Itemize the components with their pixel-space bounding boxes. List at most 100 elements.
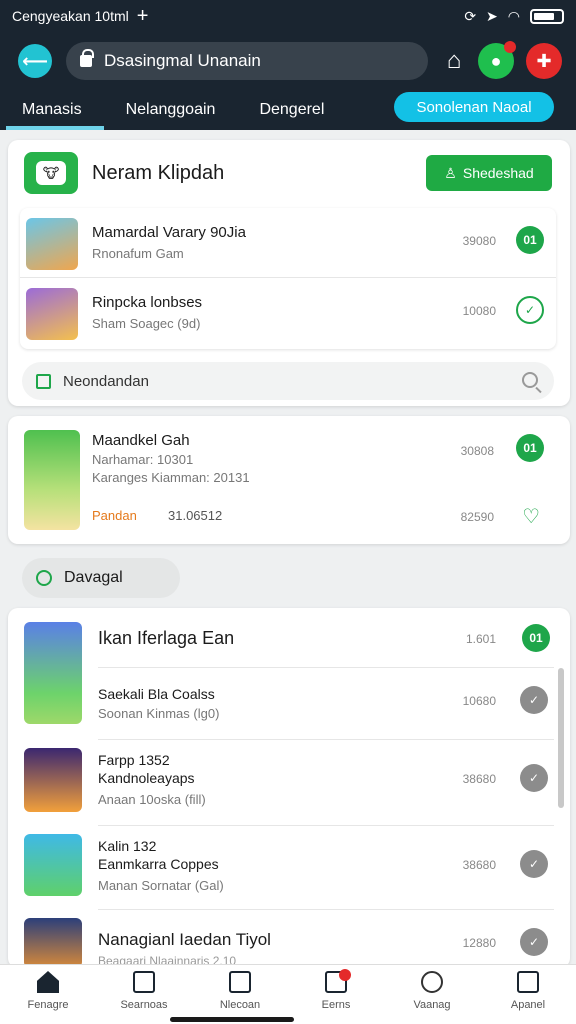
item-number: 38680 — [462, 858, 496, 872]
status-badge[interactable]: 01 — [522, 624, 550, 652]
gift-icon[interactable]: ✚ — [526, 43, 562, 79]
home-outline-icon[interactable]: ⌂ — [436, 43, 472, 79]
status-title: Cengyeakan 10tml — [12, 8, 129, 24]
game-thumbnail — [26, 218, 78, 270]
chevron-down-icon[interactable]: ✓ — [520, 928, 548, 956]
featured-line2: Narhamar: 10301 — [92, 452, 194, 467]
notification-dot — [339, 969, 351, 981]
nav-label: Eerns — [321, 999, 351, 1011]
list-item[interactable]: Farpp 1352 Kandnoleayaps Anaan 10oska (f… — [98, 742, 554, 826]
nav-item-eerns[interactable]: Eerns — [288, 965, 384, 1024]
notification-icon[interactable]: ● — [478, 41, 516, 79]
nav-label: Apanel — [510, 999, 546, 1011]
status-icons: ⟳ ➤ ◠ — [464, 8, 564, 25]
chevron-down-icon[interactable]: ✓ — [520, 764, 548, 792]
item-title: Kalin 132 — [98, 838, 157, 854]
status-badge[interactable]: 01 — [516, 434, 544, 462]
game-thumbnail — [24, 834, 82, 896]
item-subtitle: Anaan 10oska (fill) — [98, 792, 206, 807]
game-thumbnail — [24, 918, 82, 968]
tab-dengerel[interactable]: Dengerel — [237, 90, 346, 130]
back-arrow-icon[interactable]: ⟵ — [18, 44, 52, 78]
item-number: 38680 — [462, 772, 496, 786]
featured-title: Maandkel Gah — [92, 432, 190, 449]
item-number: 10680 — [462, 694, 496, 708]
nav-label: Vaanag — [413, 999, 451, 1011]
game-list: Ikan Iferlaga Ean 1.601 01 Saekali Bla C… — [8, 608, 570, 968]
follow-button[interactable]: ♙ Shedeshad — [426, 155, 552, 191]
shop-title: Neram Klipdah — [92, 161, 225, 184]
nav-label: Nlecoan — [219, 999, 261, 1011]
list-item[interactable]: Kalin 132 Eanmkarra Coppes Manan Sornata… — [98, 828, 554, 910]
follow-label: Shedeshad — [462, 165, 534, 181]
list-item[interactable]: Saekali Bla Coalss Soonan Kinmas (lg0) 1… — [98, 670, 554, 740]
check-icon[interactable]: ✓ — [516, 296, 544, 324]
list-item[interactable]: Mamardal Varary 90Jia Rnonafum Gam 39080… — [20, 208, 556, 278]
item-title: Mamardal Varary 90Jia — [92, 224, 246, 241]
location-icon: ➤ — [486, 7, 498, 24]
list-item[interactable]: Ikan Iferlaga Ean 1.601 01 — [98, 608, 554, 668]
checkbox-icon — [36, 373, 51, 389]
top-bar: ⟵ Dsasingmal Unanain ⌂ ● ✚ Manasis Nelan… — [0, 32, 576, 130]
item-title: Rinpcka lonbses — [92, 294, 203, 311]
item-title-2: Eanmkarra Coppes — [98, 856, 219, 872]
cow-icon: 🐮 — [36, 161, 66, 185]
chevron-down-icon[interactable]: ✓ — [520, 686, 548, 714]
nav-label: Searnoas — [120, 999, 168, 1011]
list-item[interactable]: Rinpcka lonbses Sham Soagec (9d) 10080 ✓ — [20, 278, 556, 348]
wifi-icon: ◠ — [507, 7, 520, 24]
cta-button[interactable]: Sonolenan Naoal — [394, 92, 554, 122]
search-placeholder: Neondandan — [63, 372, 149, 390]
item-title: Saekali Bla Coalss — [98, 686, 215, 702]
item-subtitle: Sham Soagec (9d) — [92, 316, 201, 331]
featured-num-bottom: 82590 — [460, 510, 494, 524]
shop-logo: 🐮 — [24, 152, 78, 194]
bottom-nav: Fenagre Searnoas Nlecoan Eerns Vaanag Ap… — [0, 964, 576, 1024]
search-icon[interactable] — [522, 372, 538, 388]
nav-item-apanel[interactable]: Apanel — [480, 965, 576, 1024]
item-subtitle: Soonan Kinmas (lg0) — [98, 706, 220, 721]
item-subtitle: Manan Sornatar (Gal) — [98, 878, 224, 893]
item-number: 1.601 — [465, 632, 496, 646]
home-indicator[interactable] — [170, 1017, 294, 1022]
tab-nelanggoain[interactable]: Nelanggoain — [104, 90, 238, 130]
tab-manasis[interactable]: Manasis — [0, 90, 104, 130]
home-icon — [37, 971, 59, 993]
item-subtitle: Rnonafum Gam — [92, 246, 184, 261]
shop-card: 🐮 Neram Klipdah ♙ Shedeshad Mamardal Var… — [8, 140, 570, 406]
item-title-2: Kandnoleayaps — [98, 770, 195, 786]
status-badge[interactable]: 01 — [516, 226, 544, 254]
heart-icon[interactable]: ♡ — [522, 504, 540, 529]
mail-icon — [325, 969, 351, 993]
item-number: 12880 — [462, 936, 496, 950]
search-input[interactable]: Neondandan — [22, 362, 554, 400]
nav-item-vaanag[interactable]: Vaanag — [384, 965, 480, 1024]
tab-bar: Manasis Nelanggoain Dengerel Sonolenan N… — [0, 90, 576, 130]
nav-item-fenagre[interactable]: Fenagre — [0, 965, 96, 1024]
nav-item-searnoas[interactable]: Searnoas — [96, 965, 192, 1024]
shop-item-list: Mamardal Varary 90Jia Rnonafum Gam 39080… — [20, 208, 556, 349]
plus-icon[interactable]: + — [137, 6, 149, 26]
nav-item-nlecoan[interactable]: Nlecoan — [192, 965, 288, 1024]
list-icon — [229, 971, 251, 993]
item-number: 10080 — [462, 304, 496, 318]
price-label: Pandan — [92, 508, 137, 523]
list-item[interactable]: Nanagianl Iaedan Tiyol Beagaari Nlaainna… — [98, 912, 554, 968]
item-title: Ikan Iferlaga Ean — [98, 628, 235, 648]
chevron-down-icon[interactable]: ✓ — [520, 850, 548, 878]
category-chip[interactable]: Davagal — [22, 558, 180, 598]
scrollbar[interactable] — [558, 668, 564, 808]
featured-thumbnail — [24, 430, 80, 530]
url-text: Dsasingmal Unanain — [104, 51, 261, 70]
url-bar[interactable]: Dsasingmal Unanain — [66, 42, 428, 80]
box-icon — [133, 971, 155, 993]
game-thumbnail — [26, 288, 78, 340]
user-icon: ♙ — [444, 164, 457, 181]
featured-card[interactable]: Maandkel Gah Narhamar: 10301 Karanges Ki… — [8, 416, 570, 544]
nav-label: Fenagre — [27, 999, 69, 1011]
status-bar: Cengyeakan 10tml + ⟳ ➤ ◠ — [0, 0, 576, 32]
battery-icon — [530, 8, 564, 24]
item-title: Nanagianl Iaedan Tiyol — [98, 930, 271, 949]
featured-num-top: 30808 — [460, 444, 494, 458]
category-icon — [36, 570, 52, 586]
